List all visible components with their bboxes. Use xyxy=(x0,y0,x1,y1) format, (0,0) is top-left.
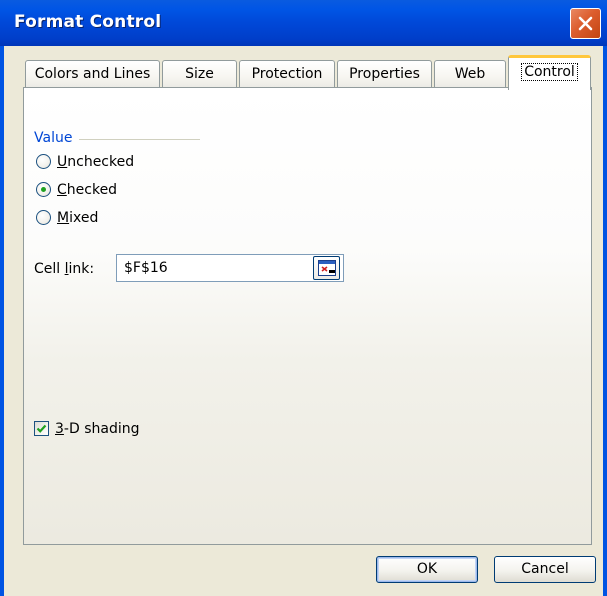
radio-button[interactable] xyxy=(36,182,51,197)
tab-label: Colors and Lines xyxy=(34,66,151,82)
tab-label: Size xyxy=(185,66,214,82)
radio-label: Mixed xyxy=(57,210,99,226)
window-title: Format Control xyxy=(14,12,162,32)
window-frame-right xyxy=(603,46,607,596)
tab-label: Control xyxy=(521,63,578,81)
close-button[interactable] xyxy=(570,8,601,39)
cell-link-label: Cell link: xyxy=(34,261,95,277)
group-divider xyxy=(79,139,200,140)
radio-button[interactable] xyxy=(36,210,51,225)
tab-protection[interactable]: Protection xyxy=(239,60,335,87)
radio-button[interactable] xyxy=(36,154,51,169)
ok-button[interactable]: OK xyxy=(376,556,478,583)
radio-label: Unchecked xyxy=(57,154,135,170)
control-tab-panel: Value Unchecked Checked Mixed Cell link:… xyxy=(23,87,592,545)
checkbox-label: 3-D shading xyxy=(55,421,140,437)
cell-link-value: $F$16 xyxy=(124,260,168,276)
tab-label: Properties xyxy=(349,66,420,82)
radio-selected-dot xyxy=(41,187,46,192)
checkbox[interactable] xyxy=(34,421,49,436)
collapse-dialog-button[interactable] xyxy=(313,256,340,280)
tab-size[interactable]: Size xyxy=(162,60,237,87)
format-control-dialog: Format Control Colors and Lines Size Pro… xyxy=(0,0,607,596)
cell-link-input[interactable]: $F$16 xyxy=(116,254,344,282)
tab-colors-and-lines[interactable]: Colors and Lines xyxy=(25,60,160,87)
tab-label: Web xyxy=(454,66,486,82)
cancel-button[interactable]: Cancel xyxy=(494,556,596,583)
title-bar[interactable]: Format Control xyxy=(0,0,607,46)
tab-web[interactable]: Web xyxy=(434,60,506,87)
radio-label: Checked xyxy=(57,182,118,198)
tab-control[interactable]: Control xyxy=(508,55,591,90)
tab-properties[interactable]: Properties xyxy=(337,60,432,87)
window-frame-left xyxy=(0,46,4,596)
value-group-label: Value xyxy=(34,130,73,146)
tab-label: Protection xyxy=(251,66,323,82)
